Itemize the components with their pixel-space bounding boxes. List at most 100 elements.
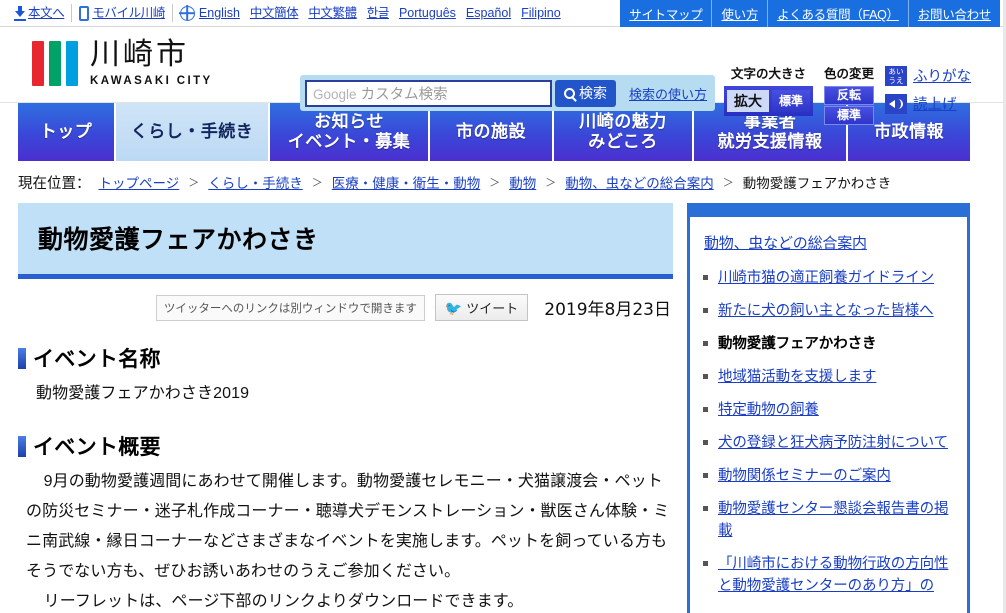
divider	[171, 4, 173, 22]
heading-text-event-name: イベント名称	[33, 348, 161, 371]
breadcrumb-separator: ＞	[489, 177, 501, 189]
breadcrumb-link-kurashi[interactable]: くらし・手続き	[208, 172, 303, 192]
contact-link[interactable]: お問い合わせ	[907, 0, 1000, 27]
share-toolbar: ツイッターへのリンクは別ウィンドウで開きます 🐦 ツイート 2019年8月23日	[18, 294, 673, 321]
divider	[71, 4, 73, 22]
read-aloud-row[interactable]: 読上げ	[885, 93, 971, 114]
sidebar-item-dog-registration[interactable]: 犬の登録と狂犬病予防注射について	[718, 435, 948, 451]
logo-name-en: KAWASAKI CITY	[90, 75, 213, 87]
sitemap-label: サイトマップ	[629, 8, 703, 22]
list-item: 新たに犬の飼い主となった皆様へ	[702, 300, 955, 322]
breadcrumb-link-iryo[interactable]: 医療・健康・衛生・動物	[332, 172, 481, 192]
speaker-icon	[885, 93, 908, 114]
nav-label-top: トップ	[39, 122, 93, 141]
list-item: 動物愛護フェアかわさき	[702, 333, 955, 355]
color-change-label: 色の変更	[824, 67, 875, 81]
search-input[interactable]: Google カスタム検索	[305, 79, 552, 107]
heading-marker-icon	[18, 347, 26, 369]
section-text-overview-1: 9月の動物愛護週間にあわせて開催します。動物愛護セレモニー・犬猫譲渡会・ペットの…	[26, 473, 670, 580]
sidebar-item-new-dog-owner[interactable]: 新たに犬の飼い主となった皆様へ	[718, 303, 934, 319]
section-heading-event-name: イベント名称	[18, 343, 673, 373]
text-size-label: 文字の大きさ	[731, 67, 807, 81]
site-logo[interactable]: 川崎市 KAWASAKI CITY	[32, 40, 213, 88]
sidebar-item-community-cat[interactable]: 地域猫活動を支援します	[718, 369, 877, 385]
utility-bar-right: サイトマップ 使い方 よくある質問（FAQ） お問い合わせ	[620, 0, 1000, 27]
sidebar-title-link[interactable]: 動物、虫などの総合案内	[704, 232, 955, 253]
search-button[interactable]: 検索	[555, 79, 616, 107]
sidebar-link-list: 川崎市猫の適正飼養ガイドライン 新たに犬の飼い主となった皆様へ 動物愛護フェアか…	[702, 267, 955, 597]
breadcrumb-current: 動物愛護フェアかわさき	[742, 176, 892, 191]
nav-label-oshirase-1: お知らせ	[314, 112, 384, 131]
mobile-site-link[interactable]: モバイル川崎	[92, 6, 165, 20]
search-icon	[564, 87, 575, 99]
faq-link[interactable]: よくある質問（FAQ）	[767, 0, 908, 27]
color-invert-button[interactable]: 反転	[824, 86, 875, 105]
sidebar-item-specified-animal[interactable]: 特定動物の飼養	[718, 402, 819, 418]
color-change-buttons: 反転 標準	[824, 86, 875, 125]
furigana-row[interactable]: あい うえ ふりがな	[885, 65, 971, 86]
list-item: 犬の登録と狂犬病予防注射について	[702, 432, 955, 454]
language-link-korean[interactable]: 한글	[367, 6, 390, 20]
search-help-link[interactable]: 検索の使い方	[629, 84, 707, 103]
text-size-normal-button[interactable]: 標準	[772, 90, 811, 112]
heading-marker-icon	[18, 435, 26, 457]
read-aloud-link[interactable]: 読上げ	[913, 93, 957, 114]
breadcrumb-label: 現在位置：	[18, 175, 91, 192]
nav-label-oshirase-2: イベント・募集	[287, 132, 411, 151]
sidebar-item-animal-seminar[interactable]: 動物関係セミナーのご案内	[718, 468, 891, 484]
furigana-icon: あい うえ	[885, 65, 908, 86]
search-area: Google カスタム検索 検索 検索の使い方	[300, 75, 715, 111]
nav-item-top[interactable]: トップ	[18, 103, 114, 161]
sidebar-item-animal-policy[interactable]: 「川崎市における動物行政の方向性と動物愛護センターのあり方」の	[718, 556, 949, 594]
language-link-chinese-simplified[interactable]: 中文簡体	[250, 6, 299, 20]
language-link-filipino[interactable]: Filipino	[521, 6, 561, 20]
text-size-control: 文字の大きさ 拡大 標準	[724, 63, 814, 116]
logo-text: 川崎市 KAWASAKI CITY	[90, 40, 213, 88]
nav-label-miryoku-1: 川崎の魅力	[579, 112, 667, 131]
related-links-box: 動物、虫などの総合案内 川崎市猫の適正飼養ガイドライン 新たに犬の飼い主となった…	[687, 203, 970, 613]
language-link-portuguese[interactable]: Português	[399, 6, 456, 20]
sitemap-link[interactable]: サイトマップ	[620, 0, 711, 27]
howto-label: 使い方	[721, 8, 759, 22]
language-link-spanish[interactable]: Español	[466, 6, 511, 20]
search-placeholder: Google カスタム検索	[313, 83, 448, 104]
breadcrumb-link-dobutsu[interactable]: 動物	[509, 172, 536, 192]
sidebar-item-center-report[interactable]: 動物愛護センター懇談会報告書の掲載	[718, 501, 949, 539]
content-area: 動物愛護フェアかわさき ツイッターへのリンクは別ウィンドウで開きます 🐦 ツイー…	[0, 203, 1003, 613]
nav-label-miryoku-2: みどころ	[588, 132, 658, 151]
globe-icon	[179, 5, 195, 21]
nav-item-kurashi[interactable]: くらし・手続き	[116, 103, 268, 161]
accessibility-links: あい うえ ふりがな 読上げ	[885, 65, 971, 114]
faq-label: よくある質問（FAQ）	[777, 8, 899, 22]
page-root: 本文へ モバイル川崎 English 中文簡体 中文繁體 한글 Portuguê…	[0, 0, 1006, 613]
text-size-buttons: 拡大 標準	[724, 86, 814, 116]
breadcrumb-separator: ＞	[188, 177, 200, 189]
heading-text-event-overview: イベント概要	[33, 436, 161, 459]
language-link-english[interactable]: English	[199, 6, 240, 20]
list-item: 「川崎市における動物行政の方向性と動物愛護センターのあり方」の	[702, 553, 955, 597]
google-brand-label: Google	[313, 86, 357, 102]
language-link-chinese-traditional[interactable]: 中文繁體	[308, 6, 357, 20]
tweet-tooltip: ツイッターへのリンクは別ウィンドウで開きます	[155, 294, 425, 321]
contact-label: お問い合わせ	[917, 8, 992, 22]
language-links: English 中文簡体 中文繁體 한글 Português Español F…	[199, 6, 561, 20]
sidebar-column: 動物、虫などの総合案内 川崎市猫の適正飼養ガイドライン 新たに犬の飼い主となった…	[687, 203, 970, 613]
color-normal-button[interactable]: 標準	[824, 106, 875, 125]
color-change-control: 色の変更 反転 標準	[824, 63, 875, 125]
furigana-link[interactable]: ふりがな	[913, 65, 971, 86]
sidebar-item-cat-guideline[interactable]: 川崎市猫の適正飼養ガイドライン	[718, 270, 934, 286]
nav-item-oshirase[interactable]: お知らせ イベント・募集	[270, 103, 428, 161]
breadcrumb-separator: ＞	[311, 177, 323, 189]
nav-item-miryoku[interactable]: 川崎の魅力 みどころ	[554, 103, 692, 161]
list-item: 地域猫活動を支援します	[702, 366, 955, 388]
breadcrumb-link-top[interactable]: トップページ	[99, 172, 180, 192]
skip-to-content-link[interactable]: 本文へ	[28, 6, 65, 20]
text-size-large-button[interactable]: 拡大	[727, 90, 769, 112]
nav-label-kurashi: くらし・手続き	[130, 122, 254, 141]
howto-link[interactable]: 使い方	[711, 0, 767, 27]
nav-item-shisetsu[interactable]: 市の施設	[430, 103, 552, 161]
page-title-banner: 動物愛護フェアかわさき	[18, 203, 673, 279]
tweet-button[interactable]: 🐦 ツイート	[434, 294, 529, 321]
breadcrumb-link-sogo-annai[interactable]: 動物、虫などの総合案内	[565, 172, 714, 192]
main-column: 動物愛護フェアかわさき ツイッターへのリンクは別ウィンドウで開きます 🐦 ツイー…	[18, 203, 673, 613]
